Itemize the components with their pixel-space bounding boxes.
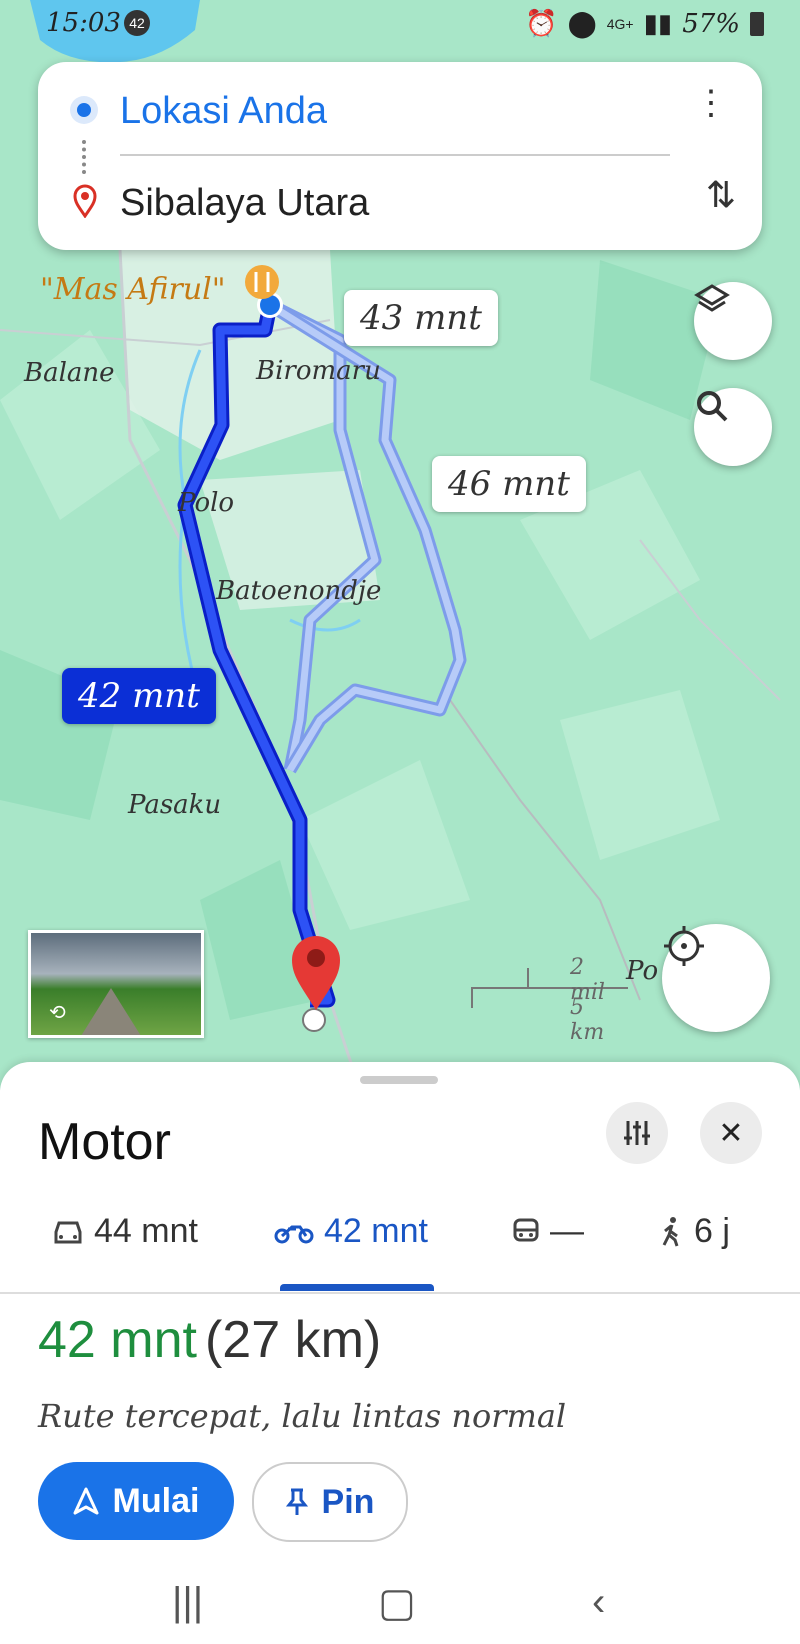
transit-icon xyxy=(513,1218,539,1241)
origin-row[interactable]: Lokasi Anda xyxy=(38,70,762,150)
destination-marker-icon xyxy=(72,184,98,223)
home-icon[interactable]: ▢ xyxy=(378,1580,416,1626)
mode-motorcycle-label: 42 mnt xyxy=(324,1212,428,1250)
more-options-icon[interactable]: ⋮ xyxy=(694,86,728,120)
rotate-360-icon: ⟲ xyxy=(49,1002,66,1024)
route-time-alt1[interactable]: 43 mnt xyxy=(344,290,498,346)
mode-car-label: 44 mnt xyxy=(94,1212,198,1250)
close-icon: ✕ xyxy=(718,1116,744,1150)
mode-walk[interactable]: 6 j xyxy=(660,1212,730,1251)
drag-handle[interactable] xyxy=(360,1076,438,1084)
place-label-edge: Po xyxy=(626,956,659,986)
my-location-button[interactable] xyxy=(662,924,770,1032)
motorcycle-icon xyxy=(274,1225,314,1243)
start-label: Mulai xyxy=(112,1481,200,1520)
status-time: 15:03 xyxy=(46,8,121,38)
notification-badge: 42 xyxy=(124,10,150,36)
pin-label: Pin xyxy=(321,1482,375,1521)
battery-percent: 57% xyxy=(682,8,740,39)
origin-dot-icon xyxy=(70,96,98,124)
directions-panel: Motor ✕ 44 mnt 42 mnt — 6 j 42 mnt (27 km… xyxy=(0,1062,800,1644)
status-bar: 15:03 42 ⏰ ⬤ 4G+ ▮▮ 57% xyxy=(0,0,800,48)
search-button[interactable] xyxy=(694,388,772,466)
scale-km: 5 km xyxy=(570,995,605,1045)
route-duration: 42 mnt xyxy=(38,1311,197,1369)
mode-transit[interactable]: — xyxy=(512,1212,584,1251)
restaurant-label[interactable]: "Mas Afirul" xyxy=(40,272,226,307)
location-icon: ⬤ xyxy=(567,8,597,38)
layers-button[interactable] xyxy=(694,282,772,360)
navigation-arrow-icon xyxy=(73,1487,99,1515)
alarm-icon: ⏰ xyxy=(525,8,558,38)
signal-icon: ▮▮ xyxy=(643,8,673,38)
active-mode-indicator xyxy=(280,1284,434,1291)
travel-modes: 44 mnt 42 mnt — 6 j xyxy=(0,1192,800,1294)
origin-text[interactable]: Lokasi Anda xyxy=(120,90,327,133)
destination-text[interactable]: Sibalaya Utara xyxy=(120,182,369,225)
mode-transit-label: — xyxy=(550,1212,584,1250)
car-icon xyxy=(54,1221,82,1243)
crosshair-icon xyxy=(664,926,704,966)
battery-icon xyxy=(750,11,764,36)
end-dot xyxy=(302,1008,326,1032)
route-summary: 42 mnt (27 km) xyxy=(38,1310,381,1370)
start-button[interactable]: Mulai xyxy=(38,1462,234,1540)
mode-motorcycle[interactable]: 42 mnt xyxy=(274,1212,428,1251)
close-button[interactable]: ✕ xyxy=(700,1102,762,1164)
destination-row[interactable]: Sibalaya Utara xyxy=(38,162,762,242)
panel-title: Motor xyxy=(38,1113,171,1171)
back-icon[interactable]: ‹ xyxy=(592,1580,605,1625)
swap-icon[interactable]: ⇅ xyxy=(706,174,736,216)
route-options-button[interactable] xyxy=(606,1102,668,1164)
directions-card: Lokasi Anda Sibalaya Utara ⋮ ⇅ xyxy=(38,62,762,250)
route-time-alt2[interactable]: 46 mnt xyxy=(432,456,586,512)
mode-walk-label: 6 j xyxy=(694,1212,730,1250)
place-label-polo: Polo xyxy=(178,488,235,518)
place-label-biromaru: Biromaru xyxy=(256,356,381,386)
system-nav-bar: ||| ▢ ‹ xyxy=(0,1560,800,1644)
layers-icon xyxy=(694,284,730,312)
recent-apps-icon[interactable]: ||| xyxy=(172,1580,203,1625)
mode-car[interactable]: 44 mnt xyxy=(52,1212,198,1251)
route-distance: (27 km) xyxy=(204,1311,382,1369)
place-label-pasaku: Pasaku xyxy=(128,790,222,820)
pin-button[interactable]: Pin xyxy=(252,1462,408,1542)
walk-icon xyxy=(662,1216,679,1246)
search-icon xyxy=(697,391,728,422)
restaurant-icon xyxy=(245,265,279,299)
place-label-balane: Balane xyxy=(24,358,115,388)
route-description: Rute tercepat, lalu lintas normal xyxy=(38,1397,567,1435)
sliders-icon xyxy=(624,1121,650,1145)
route-time-selected[interactable]: 42 mnt xyxy=(62,668,216,724)
network-label: 4G+ xyxy=(606,15,634,32)
pin-icon xyxy=(285,1488,308,1515)
street-view-thumbnail[interactable]: ⟲ xyxy=(28,930,204,1038)
place-label-batoenondje: Batoenondje xyxy=(216,576,382,606)
